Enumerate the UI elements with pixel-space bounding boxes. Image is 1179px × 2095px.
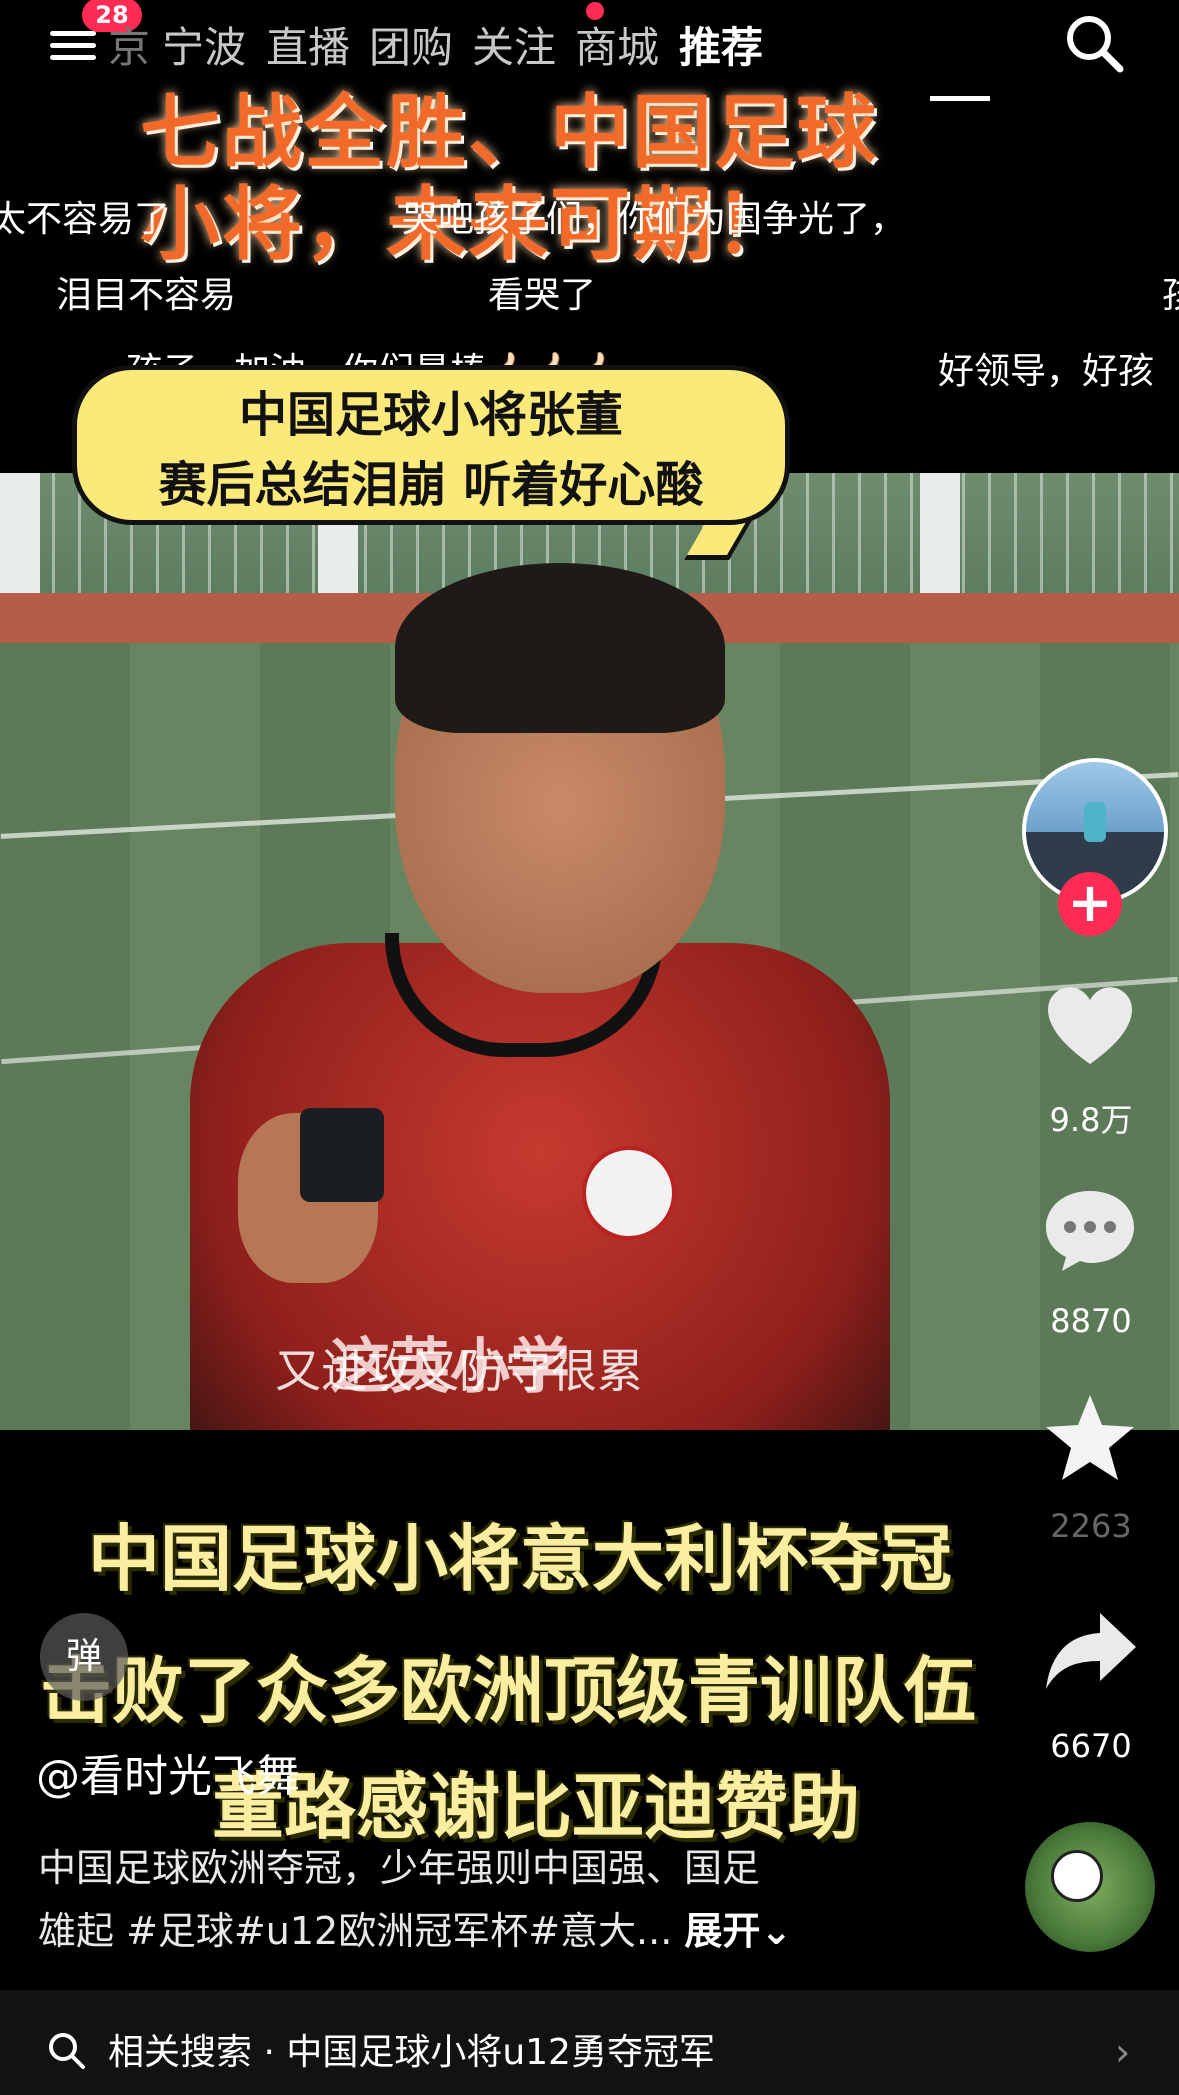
description-text: 雄起 #足球#u12欧洲冠军杯#意大... <box>38 1909 673 1953</box>
football-icon <box>1051 1850 1103 1902</box>
danmu-comment: 看哭了 <box>488 275 597 316</box>
video-subtitle: 又进攻又防守很累 <box>275 1344 643 1398</box>
search-icon[interactable] <box>1063 12 1125 74</box>
tab-recommended[interactable]: 推荐 <box>679 14 763 75</box>
chevron-right-icon[interactable]: › <box>1115 2030 1130 2074</box>
danmu-comment: 孩 <box>1162 266 1179 318</box>
favorite-count: 2263 <box>1050 1507 1132 1545</box>
description-line: 中国足球欧洲夺冠，少年强则中国强、国足 <box>38 1846 761 1890</box>
share-count: 6670 <box>1050 1727 1132 1765</box>
expand-label: 展开 <box>684 1909 761 1953</box>
school-badge <box>582 1146 676 1240</box>
search-icon <box>49 2033 85 2069</box>
music-disc[interactable] <box>1025 1822 1155 1952</box>
chevron-down-icon: ⌄ <box>760 1909 793 1953</box>
caption-line: 击败了众多欧洲顶级青训队伍 <box>40 1649 977 1733</box>
share-icon[interactable] <box>1040 1605 1140 1695</box>
danmaku-toggle-button[interactable]: 弹 <box>40 1613 128 1701</box>
star-icon[interactable] <box>1040 1393 1140 1483</box>
related-search-label[interactable]: 相关搜索 · 中国足球小将u12勇夺冠军 <box>108 2023 715 2075</box>
tab-mall[interactable]: 商城 <box>575 14 659 75</box>
heart-icon[interactable] <box>1040 980 1140 1070</box>
menu-icon[interactable] <box>50 24 96 70</box>
tab-ningbo[interactable]: 宁波 <box>162 14 246 75</box>
tab-location[interactable]: 京 <box>108 14 150 75</box>
caption-line: 中国足球小将意大利杯夺冠 <box>88 1517 953 1601</box>
expand-button[interactable]: 展开⌄ <box>684 1909 792 1953</box>
avatar-person <box>1084 802 1106 842</box>
comment-icon[interactable] <box>1040 1185 1140 1275</box>
danmu-comment: 好领导，好孩 <box>938 351 1155 392</box>
tab-group-buy[interactable]: 团购 <box>369 14 453 75</box>
follow-plus-button[interactable]: + <box>1058 872 1122 936</box>
player-hair <box>395 563 725 733</box>
author-name[interactable]: @看时光飞舞 <box>36 1740 300 1804</box>
tab-live[interactable]: 直播 <box>266 14 350 75</box>
danmu-comment: 太不容易了 <box>0 199 171 240</box>
danmu-comment: 泪目不容易 <box>56 275 237 316</box>
speech-bubble-line1: 中国足球小将张董 <box>238 387 623 443</box>
tab-following[interactable]: 关注 <box>472 14 556 75</box>
like-count: 9.8万 <box>1049 1101 1133 1139</box>
comment-count: 8870 <box>1050 1302 1132 1340</box>
speech-bubble: 中国足球小将张董 赛后总结泪崩 听着好心酸 <box>72 365 790 525</box>
description-line2: 雄起 #足球#u12欧洲冠军杯#意大... 展开⌄ <box>38 1900 918 1963</box>
speech-bubble-line2: 赛后总结泪崩 听着好心酸 <box>158 457 704 513</box>
wireless-mic <box>300 1108 384 1202</box>
active-tab-indicator <box>930 96 990 101</box>
video-description: 中国足球欧洲夺冠，少年强则中国强、国足 雄起 #足球#u12欧洲冠军杯#意大..… <box>38 1837 918 1963</box>
video-frame[interactable]: 这英小学 <box>0 473 1179 1430</box>
danmu-comment: 哭吧孩子们，你们为国争光了， <box>402 199 907 240</box>
